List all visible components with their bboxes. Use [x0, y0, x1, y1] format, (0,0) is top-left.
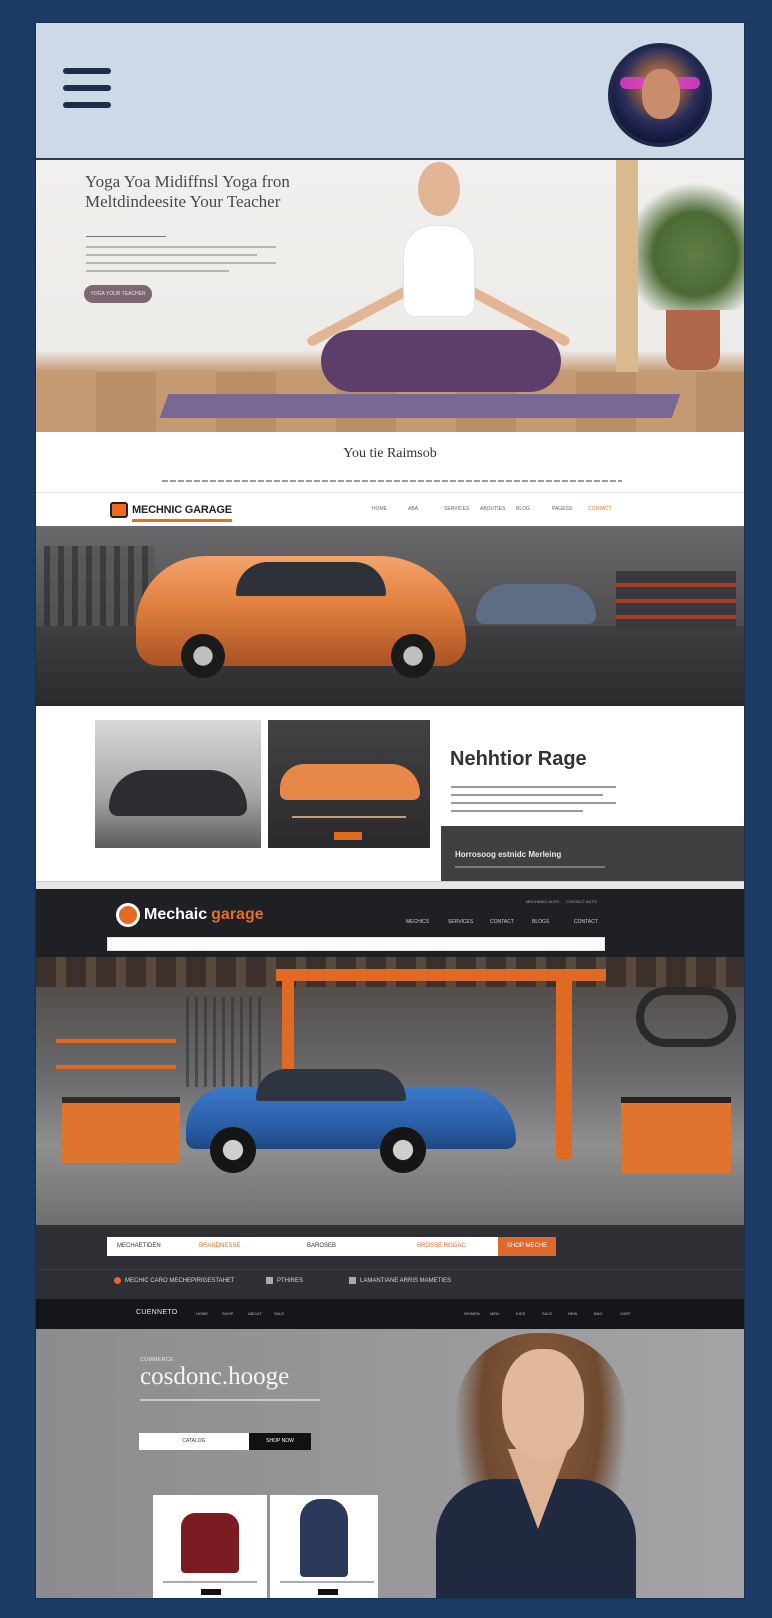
yoga-mat	[159, 394, 681, 418]
booking-form[interactable]: MECHAETIDEN BRANDNESSE BAROSEB BROSSE RO…	[107, 1237, 499, 1256]
cart-icon[interactable]: CART	[620, 1311, 646, 1316]
nav-item[interactable]: SALE	[542, 1311, 568, 1316]
garage-logo-icon	[110, 502, 128, 518]
nav-item[interactable]: NEW	[568, 1311, 594, 1316]
mechanic-feature: Nehhtior Rage Horrosoog estnidc Merleing	[36, 706, 744, 881]
fashion-nav: CUENNETO HOME SHOP ABOUT SALE WOMEN MEN …	[36, 1299, 744, 1329]
form-field[interactable]: MECHAETIDEN	[117, 1243, 161, 1249]
product-card-shirt[interactable]	[270, 1495, 378, 1598]
user-avatar[interactable]	[608, 43, 712, 147]
nav-item[interactable]: PAGESS	[552, 506, 588, 512]
nav-item[interactable]: SERVICES	[448, 919, 490, 925]
mechanic-garage-nav: Mechaic garage MECHANIC AUTO CONTACT AUT…	[36, 889, 744, 957]
form-field[interactable]: BAROSEB	[307, 1243, 336, 1249]
form-field[interactable]: BROSSE ROGAC	[417, 1243, 466, 1249]
nav-item[interactable]: MECHICS	[406, 919, 448, 925]
shop-now-button[interactable]: SHOP NOW	[249, 1433, 311, 1450]
monitor-icon	[266, 1277, 273, 1284]
nav-item[interactable]: BLOG	[516, 506, 552, 512]
feature-item[interactable]: PTHIRES	[266, 1277, 303, 1284]
nav-item[interactable]: SHOP	[222, 1311, 248, 1316]
mechanic-nav: MECHNIC GARAGE HOME ABA SERVICES ABOUTIE…	[36, 492, 744, 528]
yoga-instructor	[403, 225, 475, 317]
nav-item[interactable]: WOMEN	[464, 1311, 490, 1316]
product-card-tee[interactable]	[153, 1495, 267, 1598]
nav-item[interactable]: BLOGS	[532, 919, 574, 925]
nav-item[interactable]: SALE	[274, 1311, 300, 1316]
gear-logo-icon	[116, 903, 140, 927]
dark-feature-panel: Horrosoog estnidc Merleing	[441, 826, 744, 881]
nav-item[interactable]: SERVICES	[444, 506, 480, 512]
top-links[interactable]: MECHANIC AUTO CONTACT AUTO	[526, 899, 597, 904]
shop-button[interactable]: SHOP MECHE	[498, 1237, 556, 1256]
nav-item[interactable]: BAG	[594, 1311, 620, 1316]
nav-item[interactable]: ABA	[408, 506, 444, 512]
form-field[interactable]: BRANDNESSE	[199, 1243, 240, 1249]
feature-item[interactable]: MECHIC CARO MECHEPIRIGESTAHET	[114, 1277, 235, 1284]
yoga-hero-paragraph	[86, 240, 276, 278]
fashion-hero: COMMERCE cosdonc.hooge CATALOG SHOP NOW	[36, 1329, 744, 1598]
car-photo-black[interactable]	[95, 720, 261, 848]
garage-hero-image	[36, 526, 744, 706]
dark-panel-title: Horrosoog estnidc Merleing	[455, 850, 562, 859]
nav-item[interactable]: CONTACT	[574, 919, 616, 925]
page-frame: Yoga Yoa Midiffnsl Yoga fron Meltdindees…	[36, 23, 744, 1598]
site-header	[36, 23, 744, 160]
yoga-section-title: You tie Raimsob	[343, 446, 437, 461]
nav-item[interactable]: CONTACT	[490, 919, 532, 925]
catalog-button[interactable]: CATALOG	[139, 1433, 249, 1450]
booking-bar: MECHAETIDEN BRANDNESSE BAROSEB BROSSE RO…	[36, 1225, 744, 1269]
mechanic-logo[interactable]: MECHNIC GARAGE	[110, 502, 232, 518]
feature-item[interactable]: LAMANTIANE ARRIS MAMETIES	[349, 1277, 451, 1284]
yoga-section: You tie Raimsob	[36, 432, 744, 492]
nav-item[interactable]: MEN	[490, 1311, 516, 1316]
feature-strip: MECHIC CARO MECHEPIRIGESTAHET PTHIRES LA…	[36, 1269, 744, 1300]
nav-item[interactable]: HOME	[372, 506, 408, 512]
card-button[interactable]	[334, 832, 362, 840]
yoga-cta-button[interactable]: YOGA YOUR TEACHER	[84, 285, 152, 303]
yoga-hero: Yoga Yoa Midiffnsl Yoga fron Meltdindees…	[36, 160, 744, 432]
motorcycle	[636, 987, 736, 1047]
feature-heading: Nehhtior Rage	[450, 748, 587, 770]
nav-item[interactable]: HOME	[196, 1311, 222, 1316]
plant-pot	[666, 310, 720, 370]
wrench-icon	[114, 1277, 121, 1284]
garage-showroom-image	[36, 957, 744, 1225]
search-input[interactable]	[107, 937, 605, 951]
document-icon	[349, 1277, 356, 1284]
mechanic-garage-logo[interactable]: Mechaic garage	[116, 903, 264, 927]
nav-item[interactable]: KIDS	[516, 1311, 542, 1316]
fashion-title: cosdonc.hooge	[140, 1363, 290, 1390]
nav-item[interactable]: ABOUT	[248, 1311, 274, 1316]
hamburger-menu-icon[interactable]	[63, 68, 111, 112]
nav-item-contact[interactable]: CONTACT	[588, 506, 624, 512]
car-photo-orange[interactable]	[268, 720, 430, 848]
fashion-brand[interactable]: CUENNETO	[136, 1309, 178, 1316]
nav-item[interactable]: ABOUTIES	[480, 506, 516, 512]
fashion-model	[396, 1329, 744, 1598]
feature-paragraph	[451, 780, 616, 818]
yoga-hero-title: Yoga Yoa Midiffnsl Yoga fron Meltdindees…	[85, 172, 290, 211]
